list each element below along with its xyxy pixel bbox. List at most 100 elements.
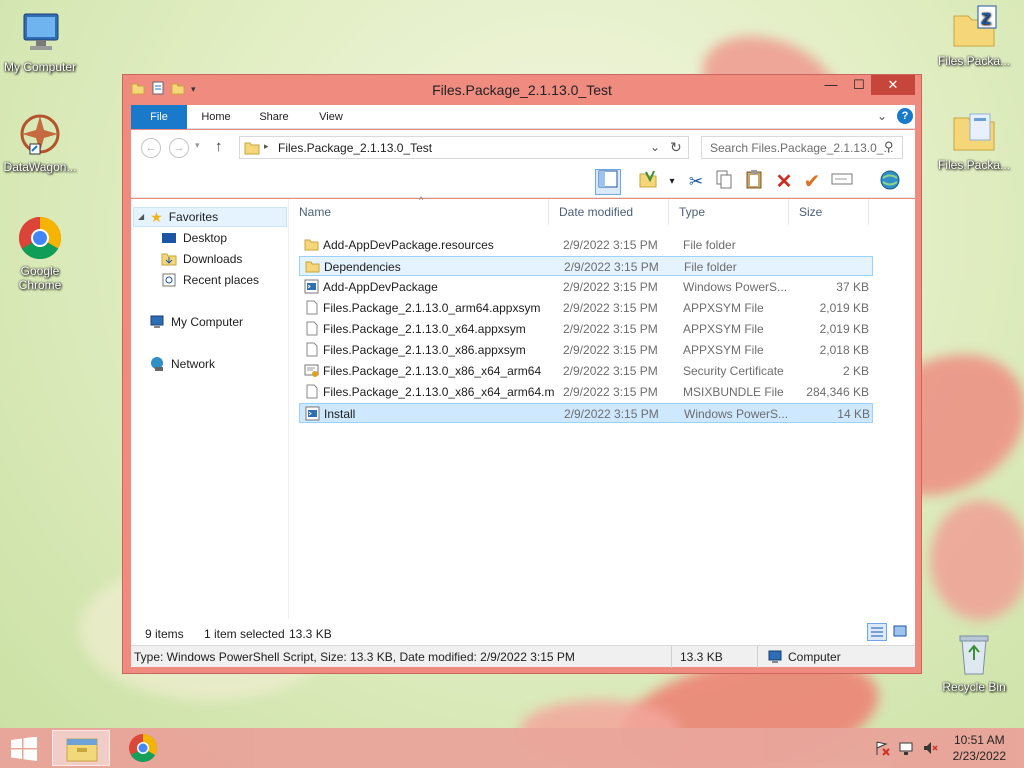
refresh-icon[interactable]: ↻	[670, 139, 682, 156]
paste-icon[interactable]	[741, 169, 767, 195]
file-row[interactable]: Install 2/9/2022 3:15 PM Windows PowerS...…	[299, 403, 873, 423]
file-row[interactable]: Dependencies 2/9/2022 3:15 PM File folder	[299, 256, 873, 276]
tab-home[interactable]: Home	[195, 105, 237, 129]
rename-icon[interactable]	[829, 169, 855, 195]
selection-count: 1 item selected	[204, 627, 285, 641]
nav-item-favorites[interactable]: ◢ ★ Favorites	[133, 207, 287, 227]
taskbar-chrome[interactable]	[114, 730, 172, 766]
certificate-icon	[304, 363, 319, 378]
close-button[interactable]: ✕	[871, 75, 915, 95]
volume-muted-icon[interactable]	[922, 740, 938, 756]
file-date: 2/9/2022 3:15 PM	[564, 407, 659, 421]
details-view-button[interactable]	[867, 623, 887, 641]
file-row[interactable]: Add-AppDevPackage.resources 2/9/2022 3:15…	[299, 235, 873, 255]
navigation-pane: ◢ ★ Favorites Desktop Downloads Recent p…	[131, 199, 289, 619]
file-icon	[304, 384, 319, 399]
computer-icon	[149, 314, 165, 330]
nav-item-network[interactable]: Network	[149, 354, 215, 374]
chevron-down-icon[interactable]: ⌄	[650, 140, 660, 154]
column-header-type[interactable]: Type	[671, 199, 789, 225]
file-row[interactable]: Files.Package_2.1.13.0_x64.appxsym 2/9/20…	[299, 319, 873, 339]
zip-folder-icon: Z	[950, 4, 998, 52]
file-date: 2/9/2022 3:15 PM	[563, 301, 658, 315]
file-type: MSIXBUNDLE File	[683, 385, 784, 399]
chevron-down-icon[interactable]: ⌄	[877, 109, 887, 123]
title-bar[interactable]: ▾ Files.Package_2.1.13.0_Test — ☐ ✕	[123, 75, 921, 105]
expand-arrow-icon[interactable]: ◢	[138, 207, 144, 227]
folder-icon	[950, 108, 998, 156]
desktop-icon-datawagon[interactable]: DataWagon...	[0, 110, 80, 174]
tab-share[interactable]: Share	[253, 105, 295, 129]
nav-item-downloads[interactable]: Downloads	[161, 249, 242, 269]
globe-icon[interactable]	[877, 169, 903, 195]
cut-icon[interactable]: ✂	[683, 169, 709, 195]
desktop-icon-recycle-bin[interactable]: Recycle Bin	[934, 630, 1014, 694]
file-type: File folder	[683, 238, 736, 252]
folder-icon	[244, 140, 260, 159]
file-name: Add-AppDevPackage	[323, 280, 438, 294]
file-type: File folder	[684, 260, 737, 274]
nav-item-desktop[interactable]: Desktop	[161, 228, 227, 248]
file-row[interactable]: Files.Package_2.1.13.0_x86_x64_arm64.ms.…	[299, 382, 873, 402]
file-name: Files.Package_2.1.13.0_x86_x64_arm64.ms.…	[323, 385, 555, 399]
address-bar[interactable]: ▸ Files.Package_2.1.13.0_Test ⌄ ↻	[239, 136, 689, 159]
preview-pane-button[interactable]	[595, 169, 621, 195]
taskbar-file-explorer[interactable]	[52, 730, 110, 766]
nav-item-label: Recent places	[183, 273, 260, 287]
folder-options-button[interactable]	[635, 169, 661, 195]
recent-locations-icon[interactable]: ▾	[195, 140, 200, 151]
nav-item-recent-places[interactable]: Recent places	[161, 270, 259, 290]
file-row[interactable]: Files.Package_2.1.13.0_x86.appxsym 2/9/20…	[299, 340, 873, 360]
nav-item-my-computer[interactable]: My Computer	[149, 312, 243, 332]
nav-item-label: Downloads	[183, 252, 243, 266]
clock-date: 2/23/2022	[952, 749, 1006, 763]
help-icon[interactable]: ?	[897, 108, 913, 124]
search-icon[interactable]: ⚲	[884, 139, 894, 155]
column-header-size[interactable]: Size	[791, 199, 869, 225]
back-button[interactable]: ←	[141, 138, 161, 158]
copy-icon[interactable]	[711, 169, 737, 195]
file-explorer-icon	[66, 738, 98, 762]
status-divider	[757, 646, 758, 668]
select-all-icon[interactable]: ✔	[799, 169, 825, 195]
file-row[interactable]: Files.Package_2.1.13.0_arm64.appxsym 2/9/…	[299, 298, 873, 318]
column-header-date[interactable]: Date modified	[551, 199, 669, 225]
minimize-button[interactable]: —	[817, 75, 845, 95]
file-type: APPXSYM File	[683, 322, 764, 336]
desktop-icon-my-computer[interactable]: My Computer	[0, 10, 80, 74]
wallpaper-petal	[930, 500, 1024, 620]
tab-file[interactable]: File	[131, 105, 187, 129]
network-tray-icon[interactable]	[898, 740, 914, 756]
search-placeholder: Search Files.Package_2.1.13.0_...	[710, 141, 894, 155]
chevron-down-icon[interactable]: ▾	[659, 169, 685, 195]
desktop-icon-label: Files.Packa...	[937, 158, 1011, 172]
start-button[interactable]	[10, 736, 38, 764]
system-clock[interactable]: 10:51 AM 2/23/2022	[953, 732, 1006, 764]
file-date: 2/9/2022 3:15 PM	[563, 364, 658, 378]
item-count: 9 items	[145, 627, 184, 641]
desktop-icon	[161, 230, 177, 246]
desktop-icon-files-package-zip[interactable]: Z Files.Packa...	[934, 4, 1014, 68]
up-arrow-icon[interactable]: ↑	[215, 138, 223, 155]
chrome-icon	[129, 734, 157, 762]
action-center-flag-icon[interactable]	[874, 740, 890, 756]
delete-icon[interactable]: ✕	[771, 169, 797, 195]
powershell-script-icon	[305, 406, 320, 421]
maximize-button[interactable]: ☐	[845, 75, 873, 95]
desktop-icon-label: My Computer	[3, 60, 77, 74]
file-row[interactable]: Add-AppDevPackage 2/9/2022 3:15 PM Windows…	[299, 277, 873, 297]
svg-text:Z: Z	[981, 11, 991, 28]
file-name: Add-AppDevPackage.resources	[323, 238, 494, 252]
file-name: Dependencies	[324, 260, 401, 274]
search-input[interactable]: Search Files.Package_2.1.13.0_... ⚲	[701, 136, 903, 159]
navigation-bar: ← → ▾ ↑ ▸ Files.Package_2.1.13.0_Test ⌄ …	[131, 130, 915, 166]
explorer-content: ◢ ★ Favorites Desktop Downloads Recent p…	[131, 195, 915, 619]
tab-view[interactable]: View	[311, 105, 351, 129]
file-row[interactable]: Files.Package_2.1.13.0_x86_x64_arm64 2/9/…	[299, 361, 873, 381]
large-icons-view-button[interactable]	[891, 623, 911, 641]
forward-button[interactable]: →	[169, 138, 189, 158]
file-date: 2/9/2022 3:15 PM	[563, 322, 658, 336]
desktop-icon-files-package-folder[interactable]: Files.Packa...	[934, 108, 1014, 172]
desktop-icon-google-chrome[interactable]: Google Chrome	[0, 214, 80, 292]
folder-icon	[304, 237, 319, 252]
